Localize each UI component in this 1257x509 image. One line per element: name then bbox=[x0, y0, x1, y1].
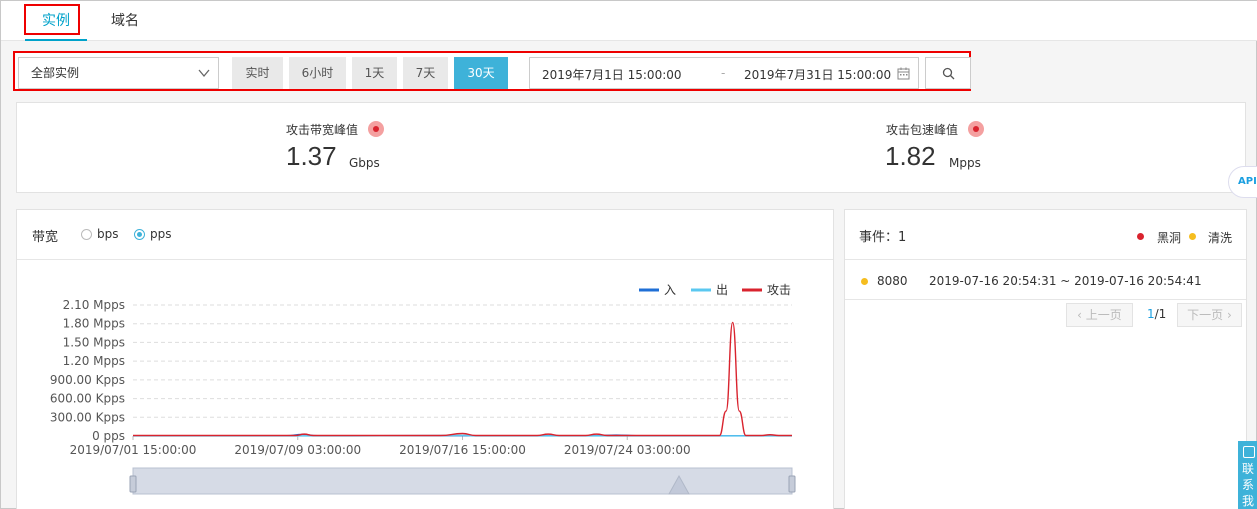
packet-peak-label: 攻击包速峰值 bbox=[886, 123, 959, 137]
events-panel: 事件：1 黑洞 清洗 8080 2019-07-16 20:54:31 ~ 20… bbox=[844, 209, 1247, 509]
next-page-button[interactable]: 下一页 › bbox=[1177, 303, 1242, 327]
packet-alert-icon bbox=[968, 121, 984, 137]
blackhole-legend-dot bbox=[1137, 233, 1144, 240]
packet-peak-value: 1.82 bbox=[885, 141, 936, 171]
attack-stats-card: 攻击带宽峰值 1.37 Gbps 攻击包速峰值 1.82 Mpps bbox=[16, 102, 1246, 193]
legend-label: 出 bbox=[716, 283, 728, 297]
next-page-label: 下一页 bbox=[1187, 308, 1224, 322]
legend-label: 攻击 bbox=[767, 283, 791, 297]
event-row[interactable]: 8080 2019-07-16 20:54:31 ~ 2019-07-16 20… bbox=[845, 260, 1246, 300]
y-tick-label: 1.50 Mpps bbox=[63, 335, 125, 349]
range-realtime-button[interactable]: 实时 bbox=[232, 57, 283, 89]
packet-peak-unit: Mpps bbox=[949, 156, 981, 170]
blackhole-legend-label: 黑洞 bbox=[1157, 231, 1182, 245]
tab-domain[interactable]: 域名 bbox=[111, 1, 139, 41]
date-end: 2019年7月31日 15:00:00 bbox=[744, 68, 892, 82]
events-title: 事件：1 bbox=[859, 230, 907, 245]
y-tick-label: 600.00 Kpps bbox=[50, 392, 125, 406]
calendar-icon bbox=[897, 67, 910, 80]
legend-label: 入 bbox=[664, 283, 676, 297]
x-tick-label: 2019/07/16 15:00:00 bbox=[399, 443, 526, 457]
range-7d-button[interactable]: 7天 bbox=[403, 57, 448, 89]
prev-page-label: 上一页 bbox=[1085, 308, 1122, 322]
bandwidth-chart: 2.10 Mpps 1.80 Mpps 1.50 Mpps 1.20 Mpps 900.… bbox=[50, 283, 796, 495]
event-time: 2019-07-16 20:54:31 ~ 2019-07-16 20:54:4… bbox=[929, 274, 1202, 288]
zoom-handle-right-icon[interactable] bbox=[788, 475, 796, 493]
chevron-right-icon: › bbox=[1223, 308, 1232, 322]
page-frame: 实例 域名 全部实例 实时 6小时 1天 7天 30天 2019年7月1日 15… bbox=[0, 0, 1257, 509]
y-tick-label: 2.10 Mpps bbox=[63, 298, 125, 312]
y-tick-label: 1.20 Mpps bbox=[63, 354, 125, 368]
event-status-dot bbox=[861, 278, 868, 285]
bandwidth-peak-label: 攻击带宽峰值 bbox=[286, 123, 359, 137]
search-icon bbox=[942, 67, 955, 80]
scrub-legend-label: 清洗 bbox=[1208, 231, 1233, 245]
events-panel-header: 事件：1 黑洞 清洗 bbox=[845, 210, 1246, 260]
bandwidth-peak-unit: Gbps bbox=[349, 156, 380, 170]
zoom-handle-left-icon[interactable] bbox=[129, 475, 137, 493]
tab-bar: 实例 域名 bbox=[1, 1, 1257, 41]
range-6h-button[interactable]: 6小时 bbox=[289, 57, 346, 89]
scrub-legend-dot bbox=[1189, 233, 1196, 240]
x-tick-label: 2019/07/01 15:00:00 bbox=[70, 443, 197, 457]
tab-domain-label: 域名 bbox=[111, 13, 139, 29]
y-tick-label: 0 pps bbox=[92, 429, 125, 443]
bandwidth-peak-value: 1.37 bbox=[286, 141, 337, 171]
date-separator: - bbox=[721, 66, 726, 80]
chevron-down-icon bbox=[198, 69, 210, 78]
filter-toolbar: 全部实例 实时 6小时 1天 7天 30天 2019年7月1日 15:00:00… bbox=[13, 51, 971, 91]
zoom-slider-track[interactable] bbox=[132, 467, 793, 495]
date-range-picker[interactable]: 2019年7月1日 15:00:00 - 2019年7月31日 15:00:00 bbox=[529, 57, 919, 89]
range-30d-button[interactable]: 30天 bbox=[454, 57, 508, 89]
event-port: 8080 bbox=[877, 274, 908, 288]
current-page: 1 bbox=[1147, 307, 1155, 321]
x-tick-label: 2019/07/09 03:00:00 bbox=[234, 443, 361, 457]
x-tick-label: 2019/07/24 03:00:00 bbox=[564, 443, 691, 457]
api-side-tab[interactable]: API bbox=[1228, 166, 1257, 198]
search-button[interactable] bbox=[925, 57, 971, 89]
y-tick-label: 900.00 Kpps bbox=[50, 373, 125, 387]
y-tick-label: 1.80 Mpps bbox=[63, 317, 125, 331]
page-indicator: 1/1 bbox=[1147, 307, 1166, 321]
instance-select-value: 全部实例 bbox=[31, 66, 80, 80]
bandwidth-alert-icon bbox=[368, 121, 384, 137]
prev-page-button[interactable]: ‹ 上一页 bbox=[1066, 303, 1133, 327]
y-tick-label: 300.00 Kpps bbox=[50, 410, 125, 424]
series-line bbox=[133, 321, 792, 437]
date-start: 2019年7月1日 15:00:00 bbox=[542, 68, 682, 82]
contact-side-tab[interactable]: 联系我 bbox=[1238, 441, 1257, 509]
range-1d-button[interactable]: 1天 bbox=[352, 57, 397, 89]
bandwidth-panel: 带宽 bps pps 2.10 Mpps 1.80 Mpps 1.50 Mpps 1.… bbox=[16, 209, 834, 509]
instance-select[interactable]: 全部实例 bbox=[18, 57, 219, 89]
chevron-left-icon: ‹ bbox=[1077, 308, 1086, 322]
tab-highlight-box bbox=[24, 4, 80, 35]
total-pages: /1 bbox=[1154, 307, 1167, 321]
